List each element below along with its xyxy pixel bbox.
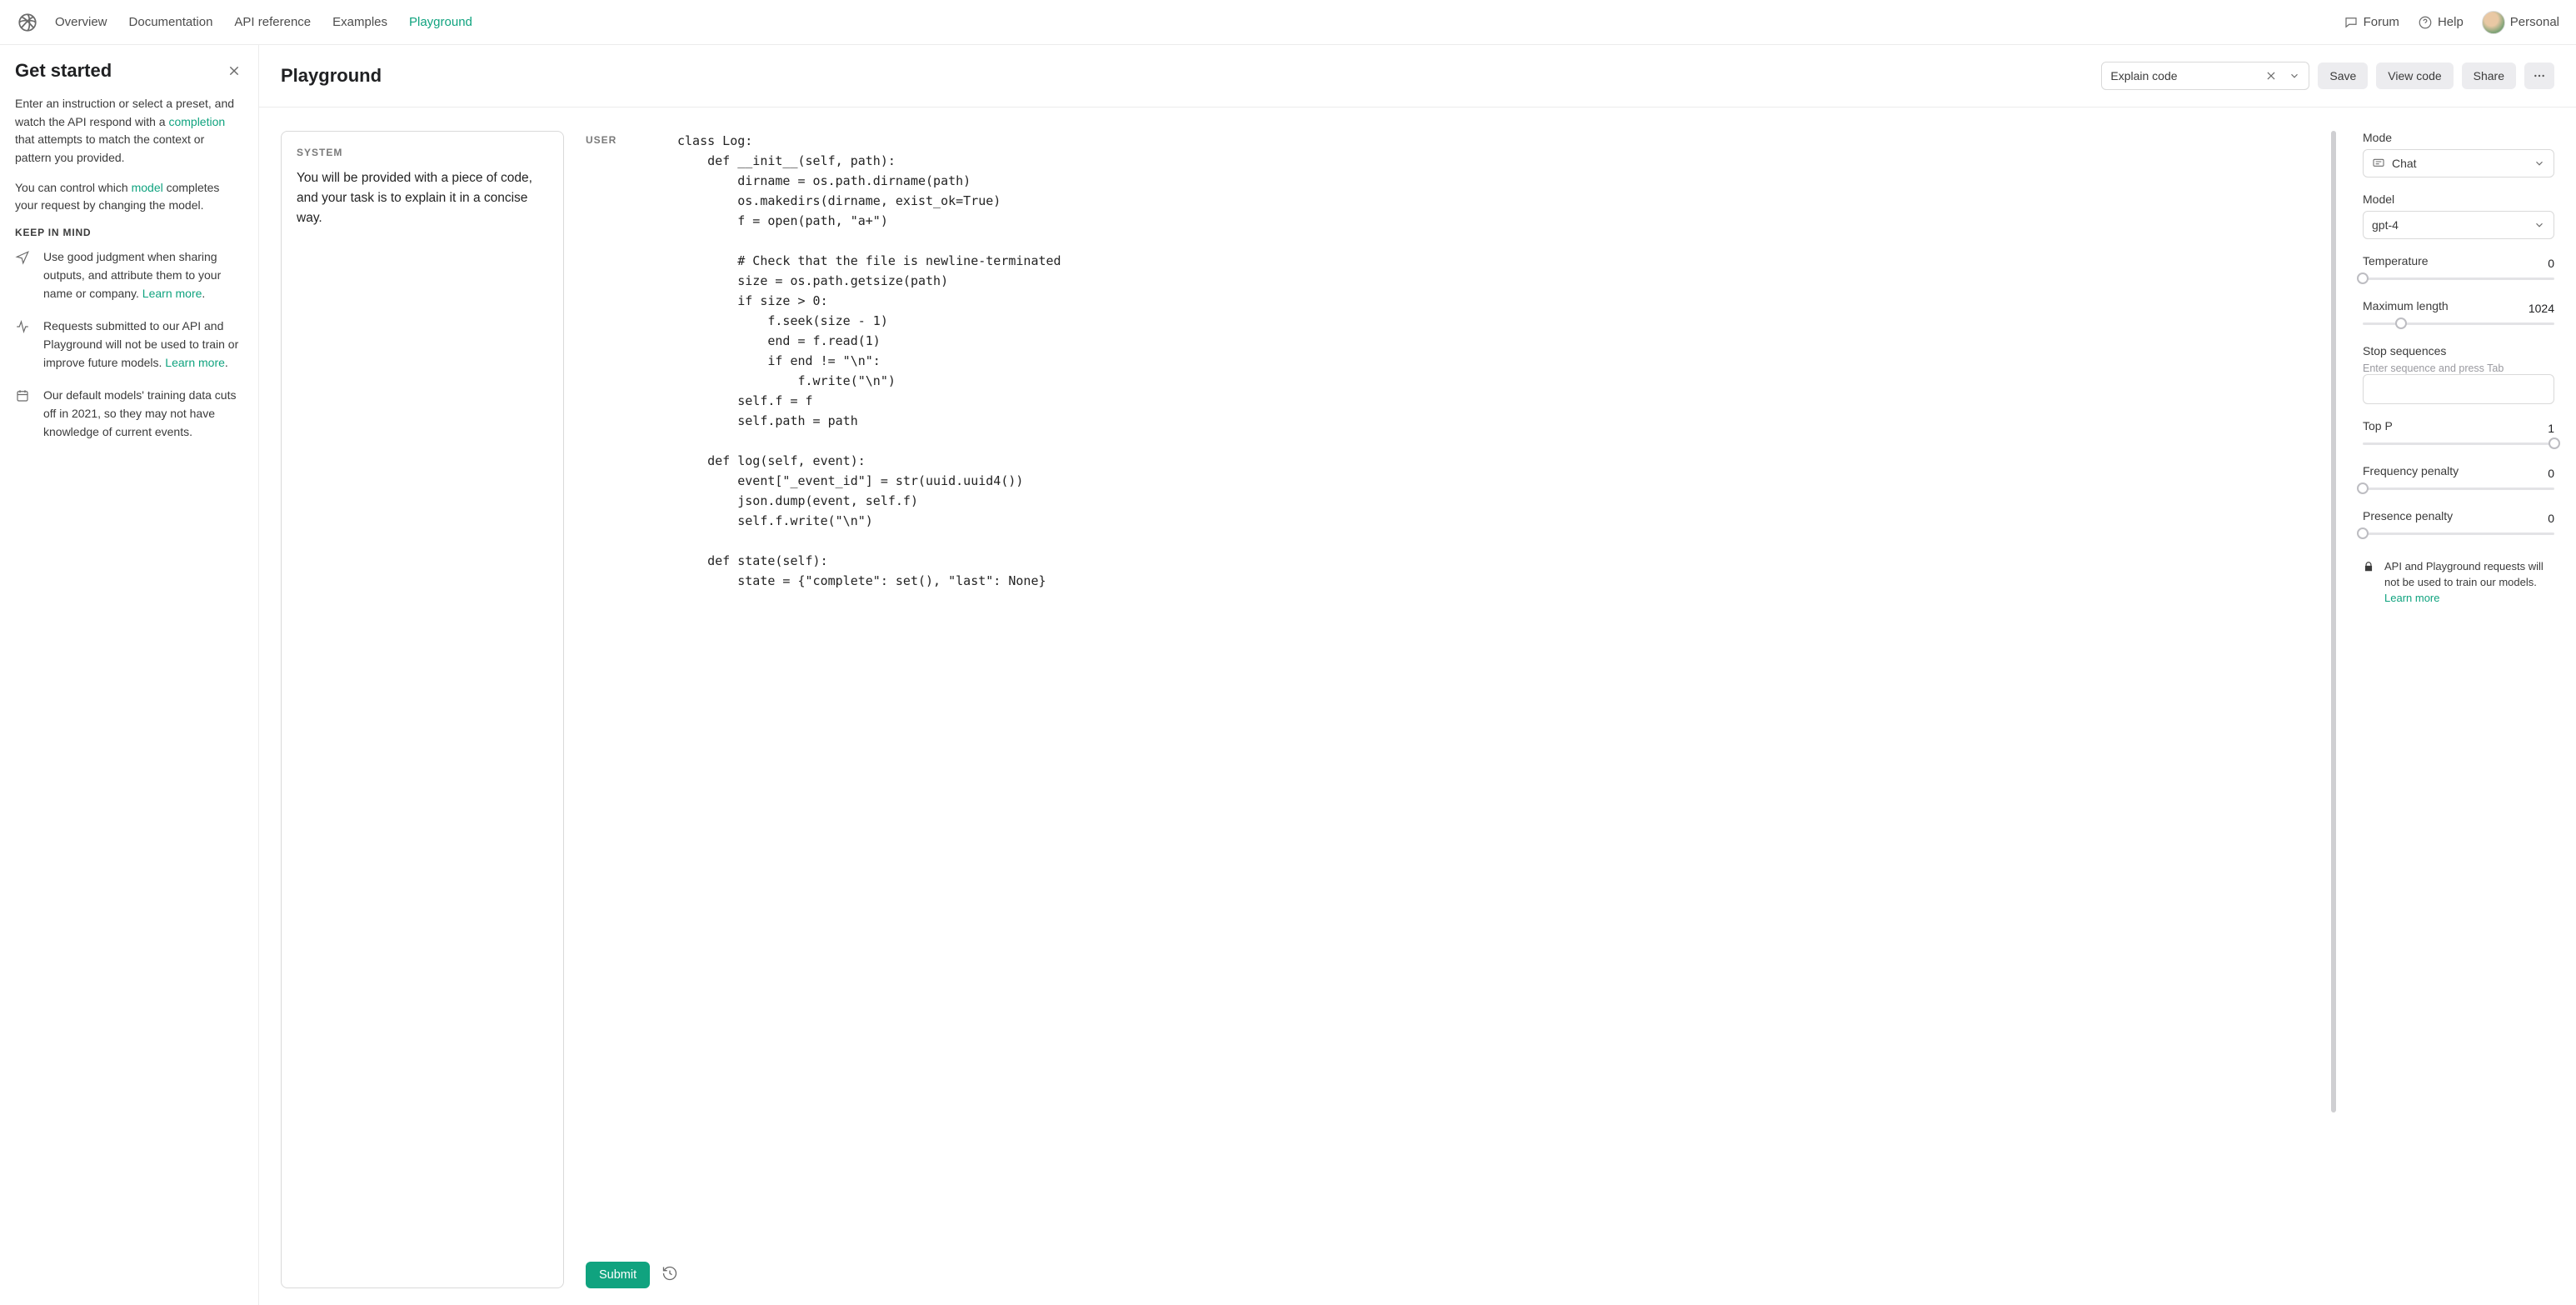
page-title: Playground <box>281 65 382 87</box>
temperature-slider[interactable] <box>2363 272 2554 284</box>
completion-link[interactable]: completion <box>168 115 225 128</box>
system-content[interactable]: You will be provided with a piece of cod… <box>297 168 548 228</box>
stop-hint: Enter sequence and press Tab <box>2363 362 2554 374</box>
nav-documentation[interactable]: Documentation <box>129 15 213 29</box>
maxlen-value: 1024 <box>2529 302 2554 315</box>
kim-item-attribution: Use good judgment when sharing outputs, … <box>15 248 243 302</box>
topp-label: Top P <box>2363 419 2393 432</box>
stop-label: Stop sequences <box>2363 344 2554 358</box>
chat-mode-icon <box>2372 157 2385 170</box>
nav-examples[interactable]: Examples <box>332 15 387 29</box>
mode-select[interactable]: Chat <box>2363 149 2554 178</box>
role-label: USER <box>586 131 677 591</box>
dots-icon <box>2533 69 2546 82</box>
system-box[interactable]: SYSTEM You will be provided with a piece… <box>281 131 564 1288</box>
mode-value: Chat <box>2392 157 2417 170</box>
share-button[interactable]: Share <box>2462 62 2516 89</box>
help-circle-icon <box>2418 15 2433 30</box>
privacy-learn-more[interactable]: Learn more <box>2384 592 2439 604</box>
clear-icon[interactable] <box>2265 70 2277 82</box>
pres-value: 0 <box>2548 512 2554 525</box>
help-link[interactable]: Help <box>2418 15 2464 30</box>
nav-playground[interactable]: Playground <box>409 15 472 29</box>
freq-slider[interactable] <box>2363 482 2554 494</box>
chevron-down-icon <box>2534 219 2545 231</box>
keep-in-mind-heading: KEEP IN MIND <box>15 227 243 238</box>
freq-label: Frequency penalty <box>2363 464 2459 478</box>
nav-overview[interactable]: Overview <box>55 15 107 29</box>
maxlen-label: Maximum length <box>2363 299 2449 312</box>
chevron-down-icon <box>2534 158 2545 169</box>
topp-slider[interactable] <box>2363 438 2554 449</box>
save-button[interactable]: Save <box>2318 62 2368 89</box>
help-label: Help <box>2438 15 2464 29</box>
account-label: Personal <box>2510 15 2559 29</box>
nav-api-reference[interactable]: API reference <box>234 15 311 29</box>
avatar <box>2482 11 2505 34</box>
forum-label: Forum <box>2364 15 2399 29</box>
kim-learn-more-2[interactable]: Learn more <box>165 356 225 369</box>
forum-link[interactable]: Forum <box>2344 15 2399 30</box>
sidebar-intro-1: Enter an instruction or select a preset,… <box>15 95 243 168</box>
topp-value: 1 <box>2548 422 2554 435</box>
openai-logo-icon[interactable] <box>17 12 38 33</box>
model-value: gpt-4 <box>2372 218 2399 232</box>
user-code-content[interactable]: class Log: def __init__(self, path): dir… <box>677 131 2336 591</box>
chat-bubble-icon <box>2344 15 2359 30</box>
user-message[interactable]: USER class Log: def __init__(self, path)… <box>586 131 2336 591</box>
preset-value: Explain code <box>2110 69 2177 82</box>
sidebar-intro-2: You can control which model completes yo… <box>15 179 243 215</box>
temperature-label: Temperature <box>2363 254 2429 268</box>
pres-slider[interactable] <box>2363 528 2554 539</box>
view-code-button[interactable]: View code <box>2376 62 2453 89</box>
submit-button[interactable]: Submit <box>586 1262 650 1288</box>
model-label: Model <box>2363 192 2554 206</box>
account-menu[interactable]: Personal <box>2482 11 2559 34</box>
kim-item-cutoff: Our default models' training data cuts o… <box>15 387 243 441</box>
kim-item-training: Requests submitted to our API and Playgr… <box>15 318 243 372</box>
freq-value: 0 <box>2548 467 2554 480</box>
maxlen-slider[interactable] <box>2363 318 2554 329</box>
stop-input[interactable] <box>2363 374 2554 404</box>
temperature-value: 0 <box>2548 257 2554 270</box>
pres-label: Presence penalty <box>2363 509 2453 522</box>
kim-learn-more-1[interactable]: Learn more <box>142 287 202 300</box>
scrollbar[interactable] <box>2331 131 2336 1112</box>
calendar-icon <box>15 387 32 441</box>
activity-icon <box>15 318 32 372</box>
system-label: SYSTEM <box>297 147 548 158</box>
close-icon[interactable] <box>225 62 243 80</box>
paper-plane-icon <box>15 248 32 302</box>
preset-select[interactable]: Explain code <box>2101 62 2309 90</box>
history-icon[interactable] <box>661 1265 678 1286</box>
more-button[interactable] <box>2524 62 2554 89</box>
model-select[interactable]: gpt-4 <box>2363 211 2554 239</box>
chevron-down-icon[interactable] <box>2289 70 2300 82</box>
model-link[interactable]: model <box>132 181 163 194</box>
privacy-note: API and Playground requests will not be … <box>2363 559 2554 607</box>
lock-icon <box>2363 559 2376 607</box>
sidebar-title: Get started <box>15 60 112 82</box>
mode-label: Mode <box>2363 131 2554 144</box>
